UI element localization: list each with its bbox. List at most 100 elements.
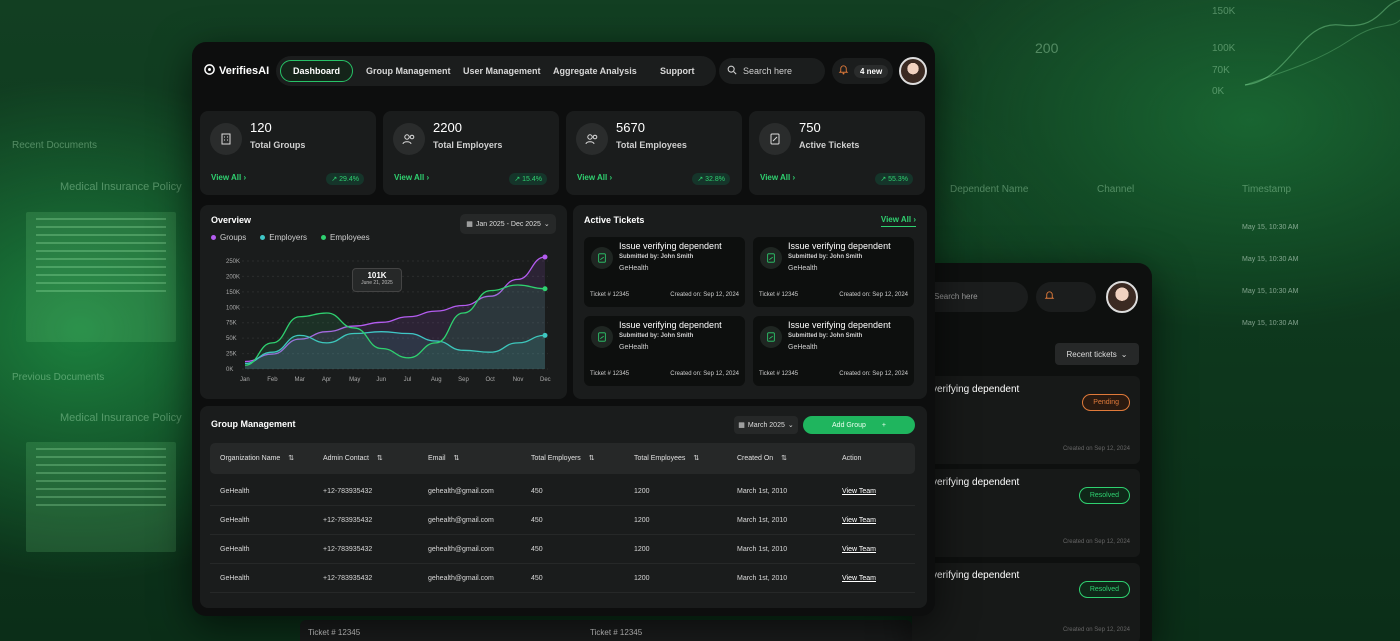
tickets-view-all[interactable]: View All ›: [880, 215, 916, 227]
column-header[interactable]: Admin Contact ⇅: [323, 443, 383, 474]
recent-tickets-select[interactable]: Recent tickets ⌄: [1055, 343, 1139, 365]
app-logo[interactable]: VerifiesAI: [204, 64, 269, 78]
users-icon: [393, 123, 425, 155]
column-header[interactable]: Total Employers ⇅: [531, 443, 595, 474]
secondary-window: Search here Recent tickets ⌄ verifying d…: [912, 263, 1152, 641]
document-icon: [591, 326, 613, 348]
ticket-card[interactable]: Issue verifying dependent Submitted by: J…: [584, 316, 745, 386]
column-header[interactable]: Organization Name ⇅: [220, 443, 294, 474]
overview-chart: 0K 25K 50K 75K 100K 150K 200K 250K Jan Feb Mar Apr M…: [226, 254, 551, 383]
status-badge-resolved: Resolved: [1078, 487, 1130, 504]
month-select[interactable]: ▦ March 2025 ⌄: [734, 416, 798, 434]
stat-card-groups: 120 Total Groups View All › ↗ 29.4%: [200, 111, 376, 195]
side-ticket-card[interactable]: verifying dependent Resolved Created on …: [912, 563, 1140, 641]
ticket-card[interactable]: Issue verifying dependent Submitted by: J…: [753, 237, 914, 307]
sort-icon: ⇅: [288, 455, 295, 462]
ticket-submitter: Submitted by: John Smith: [788, 333, 863, 339]
building-icon: [210, 123, 242, 155]
y-tick-label: 200K: [226, 274, 240, 280]
table-cell: GeHealth: [220, 488, 250, 495]
stat-label: Total Groups: [250, 140, 306, 150]
stat-label: Total Employers: [433, 140, 503, 150]
notification-button[interactable]: 4 new: [832, 58, 893, 84]
table-cell: March 1st, 2010: [737, 488, 788, 495]
view-all-link[interactable]: View All ›: [577, 173, 612, 182]
table-cell: 450: [531, 517, 543, 524]
add-group-button[interactable]: Add Group +: [803, 416, 915, 434]
nav-support[interactable]: Support: [660, 56, 695, 86]
view-team-link[interactable]: View Team: [842, 564, 876, 593]
y-tick-label: 100K: [226, 305, 240, 311]
x-tick-label: Dec: [540, 377, 551, 383]
document-icon: [591, 247, 613, 269]
bg-ytick-1: 100K: [1212, 43, 1236, 54]
column-header[interactable]: Created On ⇅: [737, 443, 787, 474]
x-tick-label: Jan: [240, 377, 250, 383]
side-avatar[interactable]: [1106, 281, 1138, 313]
table-cell: gehealth@gmail.com: [428, 575, 494, 582]
bg-col-dependent: Dependent Name: [950, 184, 1029, 195]
table-cell: 1200: [634, 546, 650, 553]
side-ticket-card[interactable]: verifying dependent Resolved Created on …: [912, 469, 1140, 557]
stat-value: 750: [799, 120, 821, 135]
ticket-card[interactable]: Issue verifying dependent Submitted by: J…: [753, 316, 914, 386]
table-cell: GeHealth: [220, 546, 250, 553]
view-all-link[interactable]: View All ›: [394, 173, 429, 182]
table-cell: 450: [531, 546, 543, 553]
x-tick-label: Feb: [267, 377, 278, 383]
table-row: GeHealth +12-783935432 gehealth@gmail.com 4…: [210, 477, 915, 506]
trend-badge: ↗ 55.3%: [875, 173, 913, 185]
add-group-label: Add Group: [832, 421, 866, 429]
table-row: GeHealth +12-783935432 gehealth@gmail.com 4…: [210, 506, 915, 535]
search-input[interactable]: Search here: [719, 58, 825, 84]
ticket-submitter: Submitted by: John Smith: [619, 254, 694, 260]
ticket-created: Created on: Sep 12, 2024: [839, 371, 908, 377]
user-avatar[interactable]: [899, 57, 927, 85]
chevron-down-icon: ⌄: [543, 221, 550, 228]
bg-timestamp: May 15, 10:30 AM: [1242, 224, 1299, 231]
ticket-card[interactable]: Issue verifying dependent Submitted by: J…: [584, 237, 745, 307]
stat-card-tickets: 750 Active Tickets View All › ↗ 55.3%: [749, 111, 925, 195]
column-header[interactable]: Email ⇅: [428, 443, 459, 474]
trend-badge: ↗ 15.4%: [509, 173, 547, 185]
ticket-created: Created on: Sep 12, 2024: [670, 371, 739, 377]
table-row: GeHealth +12-783935432 gehealth@gmail.com 4…: [210, 535, 915, 564]
trend-badge: ↗ 32.8%: [692, 173, 730, 185]
group-management-title: Group Management: [211, 419, 296, 429]
view-all-link[interactable]: View All ›: [760, 173, 795, 182]
bg-ticket-number: Ticket # 12345: [590, 628, 643, 637]
nav-aggregate-analysis[interactable]: Aggregate Analysis: [553, 56, 637, 86]
table-cell: gehealth@gmail.com: [428, 546, 494, 553]
bg-doc-name-2: Medical Insurance Policy: [60, 412, 182, 424]
side-notification-button[interactable]: [1036, 282, 1096, 312]
view-team-link[interactable]: View Team: [842, 477, 876, 506]
view-team-link[interactable]: View Team: [842, 535, 876, 564]
y-tick-label: 25K: [226, 352, 237, 358]
date-range-label: Jan 2025 - Dec 2025: [475, 220, 541, 228]
bg-previous-documents: Previous Documents: [12, 372, 105, 383]
ticket-title: Issue verifying dependent: [788, 320, 891, 330]
view-team-link[interactable]: View Team: [842, 506, 876, 535]
date-range-select[interactable]: ▦ Jan 2025 - Dec 2025 ⌄: [460, 214, 556, 234]
ticket-number: Ticket # 12345: [759, 371, 799, 377]
view-all-link[interactable]: View All ›: [211, 173, 246, 182]
search-icon: [727, 65, 737, 77]
nav-group-management[interactable]: Group Management: [366, 56, 451, 86]
bg-ytick-3: 0K: [1212, 86, 1225, 97]
ticket-number: Ticket # 12345: [590, 292, 630, 298]
nav-user-management[interactable]: User Management: [463, 56, 541, 86]
bg-recent-documents: Recent Documents: [12, 140, 98, 151]
ticket-number: Ticket # 12345: [759, 292, 799, 298]
table-cell: GeHealth: [220, 575, 250, 582]
nav-dashboard[interactable]: Dashboard: [280, 60, 354, 82]
sort-icon: ⇅: [453, 455, 460, 462]
side-ticket-title: verifying dependent: [932, 477, 1020, 488]
chevron-down-icon: ⌄: [1120, 349, 1128, 359]
side-ticket-created: Created on Sep 12, 2024: [1062, 446, 1130, 452]
legend-employers: Employers: [260, 233, 307, 242]
table-cell: +12-783935432: [323, 575, 373, 582]
table-row: GeHealth +12-783935432 gehealth@gmail.com 4…: [210, 564, 915, 593]
x-tick-label: Jul: [404, 377, 412, 383]
column-header[interactable]: Total Employees ⇅: [634, 443, 699, 474]
side-ticket-card[interactable]: verifying dependent Pending Created on S…: [912, 376, 1140, 464]
